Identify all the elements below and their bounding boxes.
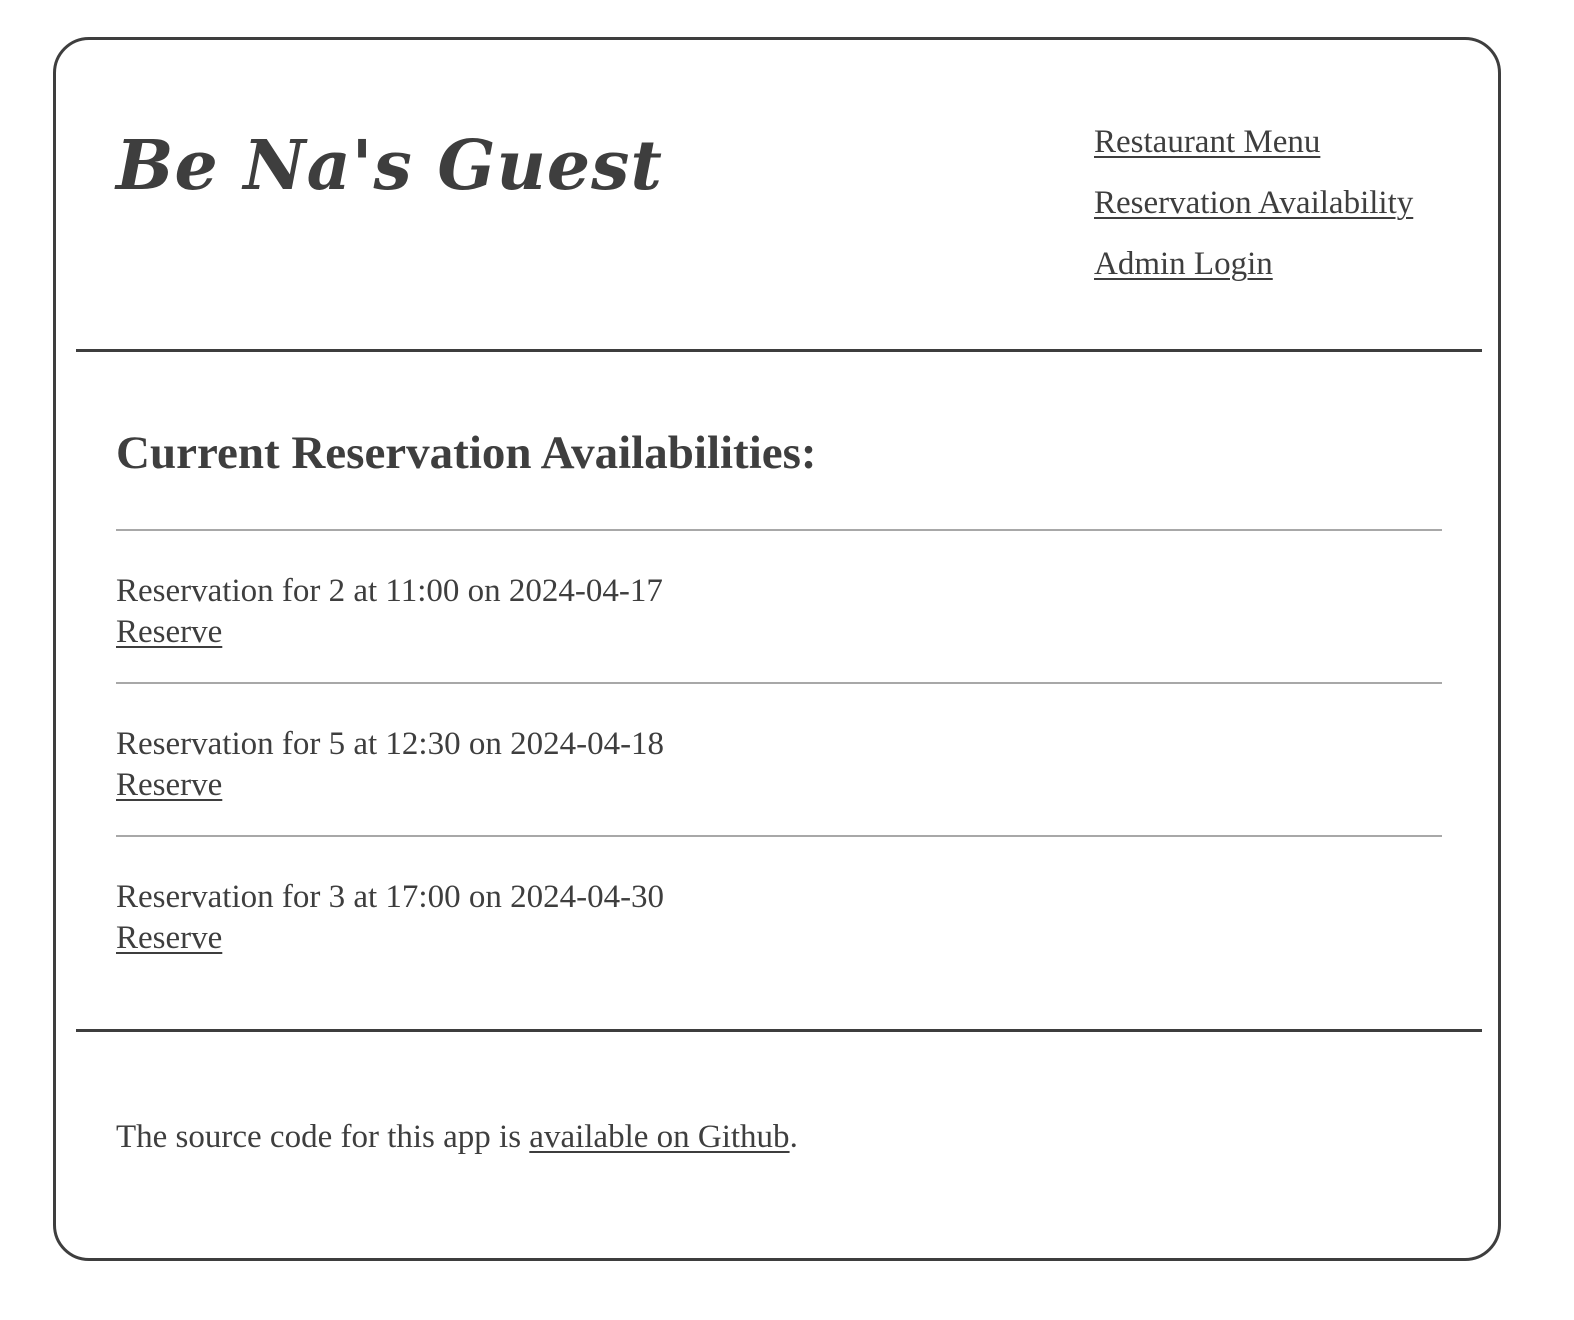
reservation-description: Reservation for 2 at 11:00 on 2024-04-17: [116, 573, 663, 609]
header-divider: [76, 349, 1482, 352]
reservation-item: Reservation for 3 at 17:00 on 2024-04-30…: [116, 835, 1442, 988]
footer-period: .: [789, 1119, 798, 1155]
reservation-item: Reservation for 2 at 11:00 on 2024-04-17…: [116, 529, 1442, 682]
reservation-description: Reservation for 5 at 12:30 on 2024-04-18: [116, 726, 665, 762]
main-nav: Restaurant Menu Reservation Availability…: [1094, 112, 1413, 295]
footer-text: The source code for this app is: [116, 1119, 530, 1155]
nav-link-admin-login[interactable]: Admin Login: [1094, 234, 1413, 295]
nav-link-restaurant-menu[interactable]: Restaurant Menu: [1094, 112, 1413, 173]
reserve-link[interactable]: Reserve: [116, 612, 222, 652]
reserve-link[interactable]: Reserve: [116, 765, 222, 805]
reservation-list: Reservation for 2 at 11:00 on 2024-04-17…: [116, 529, 1442, 988]
reservation-description: Reservation for 3 at 17:00 on 2024-04-30: [116, 879, 665, 915]
nav-link-reservation-availability[interactable]: Reservation Availability: [1094, 173, 1413, 234]
footer-note: The source code for this app is availabl…: [116, 1117, 798, 1157]
reserve-link[interactable]: Reserve: [116, 918, 222, 958]
reservation-item: Reservation for 5 at 12:30 on 2024-04-18…: [116, 682, 1442, 835]
github-link[interactable]: available on Github: [529, 1119, 789, 1155]
footer-divider: [76, 1029, 1482, 1032]
page-heading: Current Reservation Availabilities:: [116, 427, 817, 479]
site-title[interactable]: Be Na's Guest: [116, 132, 663, 200]
